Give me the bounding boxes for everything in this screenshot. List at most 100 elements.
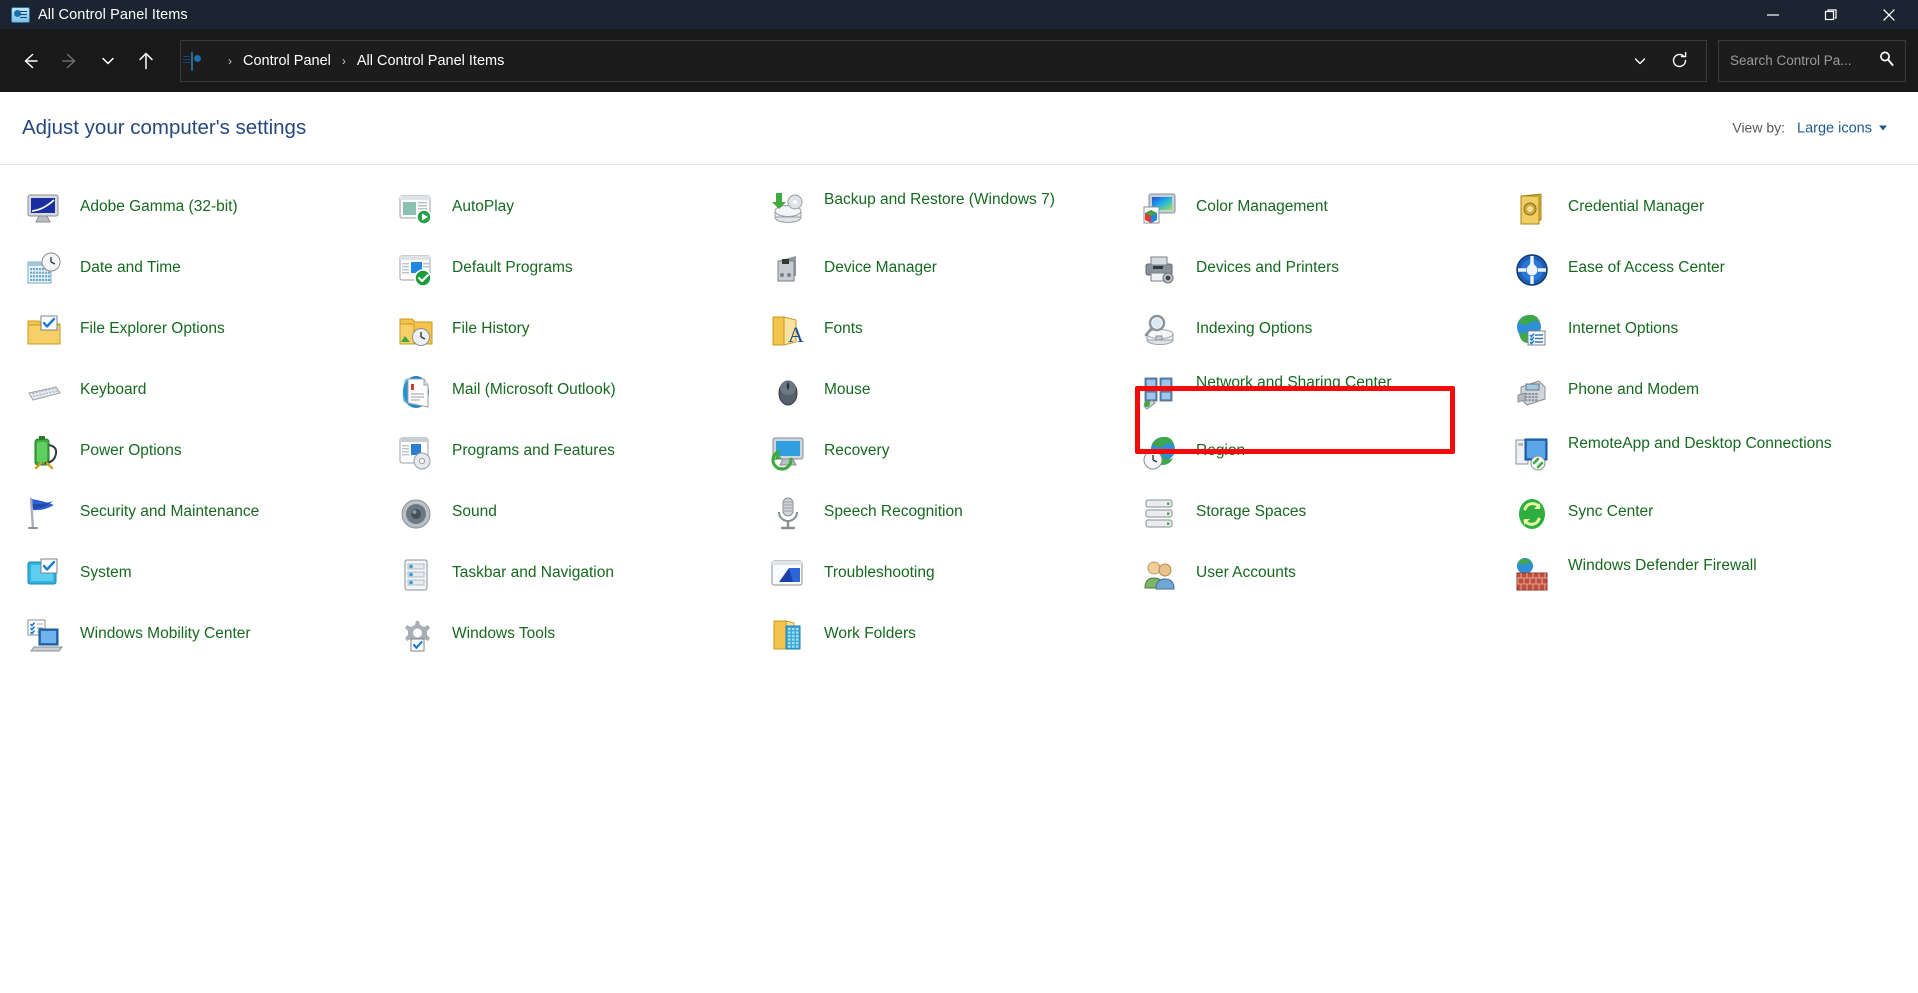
control-panel-item-label: Power Options xyxy=(80,442,182,459)
control-panel-item[interactable]: Region xyxy=(1136,428,1508,489)
control-panel-item-label: Indexing Options xyxy=(1196,320,1313,337)
remoteapp-icon xyxy=(1512,433,1552,473)
credential-manager-icon xyxy=(1512,189,1552,229)
breadcrumb: › Control Panel › All Control Panel Item… xyxy=(191,51,1622,71)
minimize-button[interactable] xyxy=(1744,0,1802,29)
control-panel-item[interactable]: RemoteApp and Desktop Connections xyxy=(1508,428,1880,489)
control-panel-item[interactable]: Recovery xyxy=(764,428,1136,489)
indexing-options-icon xyxy=(1140,311,1180,351)
view-by-dropdown[interactable]: Large icons xyxy=(1797,121,1887,137)
internet-options-icon xyxy=(1512,311,1552,351)
title-bar-left: All Control Panel Items xyxy=(0,6,188,23)
control-panel-item[interactable]: User Accounts xyxy=(1136,550,1508,611)
control-panel-item[interactable]: Sync Center xyxy=(1508,489,1880,550)
control-panel-item[interactable]: Taskbar and Navigation xyxy=(392,550,764,611)
storage-spaces-icon xyxy=(1140,494,1180,534)
network-sharing-icon xyxy=(1140,372,1180,412)
control-panel-item-label: Credential Manager xyxy=(1568,198,1705,215)
control-panel-item[interactable]: Power Options xyxy=(20,428,392,489)
recovery-icon xyxy=(768,433,808,473)
view-by-value: Large icons xyxy=(1797,120,1872,137)
control-panel-item[interactable]: File Explorer Options xyxy=(20,306,392,367)
control-panel-item[interactable]: Ease of Access Center xyxy=(1508,245,1880,306)
control-panel-item-label: Programs and Features xyxy=(452,442,615,459)
date-time-icon xyxy=(24,250,64,290)
control-panel-item[interactable]: File History xyxy=(392,306,764,367)
control-panel-item[interactable]: Color Management xyxy=(1136,184,1508,245)
system-icon xyxy=(24,555,64,595)
control-panel-item[interactable]: Work Folders xyxy=(764,611,1136,672)
view-by-control: View by: Large icons xyxy=(1732,120,1887,137)
control-panel-item-label: AutoPlay xyxy=(452,198,515,215)
search-box[interactable] xyxy=(1718,39,1906,82)
control-panel-item[interactable]: Date and Time xyxy=(20,245,392,306)
chevron-down-icon xyxy=(1879,125,1887,131)
control-panel-item[interactable]: Indexing Options xyxy=(1136,306,1508,367)
sound-icon xyxy=(396,494,436,534)
recent-locations-chevron-down-icon[interactable] xyxy=(90,41,126,81)
control-panel-item-label: RemoteApp and Desktop Connections xyxy=(1568,435,1832,452)
autoplay-icon xyxy=(396,189,436,229)
control-panel-item-label: Region xyxy=(1196,442,1246,459)
previous-locations-chevron-down-icon[interactable] xyxy=(1622,42,1658,80)
user-accounts-icon xyxy=(1140,555,1180,595)
mail-icon xyxy=(396,372,436,412)
breadcrumb-separator: › xyxy=(341,53,346,68)
refresh-icon[interactable] xyxy=(1658,42,1700,80)
control-panel-item[interactable]: Windows Mobility Center xyxy=(20,611,392,672)
control-panel-item[interactable]: Internet Options xyxy=(1508,306,1880,367)
search-input[interactable] xyxy=(1730,53,1874,68)
address-bar[interactable]: › Control Panel › All Control Panel Item… xyxy=(180,39,1707,82)
control-panel-item[interactable]: Keyboard xyxy=(20,367,392,428)
control-panel-item[interactable]: Adobe Gamma (32-bit) xyxy=(20,184,392,245)
control-panel-item-label: Default Programs xyxy=(452,259,573,276)
control-panel-item-label: File History xyxy=(452,320,530,337)
speech-recognition-icon xyxy=(768,494,808,534)
breadcrumb-control-panel-icon xyxy=(191,51,210,71)
control-panel-item-label: Storage Spaces xyxy=(1196,503,1307,520)
control-panel-item[interactable]: Phone and Modem xyxy=(1508,367,1880,428)
breadcrumb-item-control-panel[interactable]: Control Panel xyxy=(241,51,333,71)
region-icon xyxy=(1140,433,1180,473)
control-panel-item-label: Backup and Restore (Windows 7) xyxy=(824,191,1055,208)
control-panel-item[interactable]: Windows Defender Firewall xyxy=(1508,550,1880,611)
control-panel-icon xyxy=(11,6,30,23)
control-panel-item-label: Work Folders xyxy=(824,625,916,642)
control-panel-item[interactable]: Programs and Features xyxy=(392,428,764,489)
mobility-center-icon xyxy=(24,616,64,656)
control-panel-item[interactable]: Sound xyxy=(392,489,764,550)
control-panel-item[interactable]: Troubleshooting xyxy=(764,550,1136,611)
control-panel-item[interactable]: AutoPlay xyxy=(392,184,764,245)
control-panel-item[interactable]: Credential Manager xyxy=(1508,184,1880,245)
control-panel-item[interactable]: Security and Maintenance xyxy=(20,489,392,550)
work-folders-icon xyxy=(768,616,808,656)
control-panel-item-label: Color Management xyxy=(1196,198,1328,215)
control-panel-item[interactable]: Mail (Microsoft Outlook) xyxy=(392,367,764,428)
breadcrumb-item-all-control-panel-items[interactable]: All Control Panel Items xyxy=(355,51,506,71)
control-panel-item[interactable]: Windows Tools xyxy=(392,611,764,672)
control-panel-item-label: Phone and Modem xyxy=(1568,381,1699,398)
page-title: Adjust your computer's settings xyxy=(22,116,307,139)
device-manager-icon xyxy=(768,250,808,290)
control-panel-item-label: Network and Sharing Center xyxy=(1196,374,1392,391)
control-panel-item[interactable]: Mouse xyxy=(764,367,1136,428)
control-panel-item[interactable]: Network and Sharing Center xyxy=(1136,367,1508,428)
back-button[interactable] xyxy=(10,41,50,81)
control-panel-item[interactable]: Default Programs xyxy=(392,245,764,306)
search-icon[interactable] xyxy=(1878,50,1895,72)
control-panel-item-label: Mail (Microsoft Outlook) xyxy=(452,381,616,398)
backup-restore-icon xyxy=(768,189,808,229)
control-panel-item[interactable]: Device Manager xyxy=(764,245,1136,306)
control-panel-item-label: Sound xyxy=(452,503,497,520)
control-panel-item[interactable]: Devices and Printers xyxy=(1136,245,1508,306)
control-panel-item[interactable]: Backup and Restore (Windows 7) xyxy=(764,184,1136,245)
close-button[interactable] xyxy=(1860,0,1918,29)
control-panel-item[interactable]: Storage Spaces xyxy=(1136,489,1508,550)
control-panel-item[interactable]: System xyxy=(20,550,392,611)
control-panel-item-label: Troubleshooting xyxy=(824,564,935,581)
up-button[interactable] xyxy=(126,41,166,81)
restore-button[interactable] xyxy=(1802,0,1860,29)
forward-button[interactable] xyxy=(50,41,90,81)
control-panel-item[interactable]: A Fonts xyxy=(764,306,1136,367)
control-panel-item[interactable]: Speech Recognition xyxy=(764,489,1136,550)
